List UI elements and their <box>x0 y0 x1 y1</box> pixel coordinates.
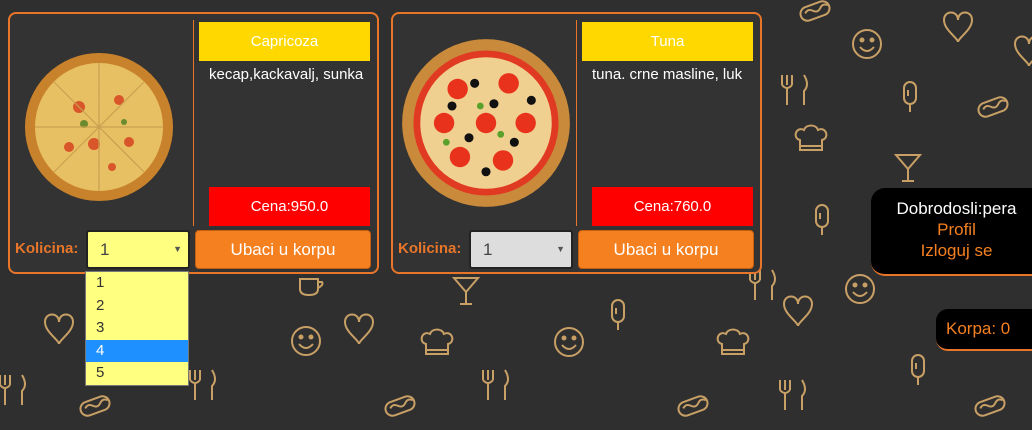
product-card-tuna: Tuna tuna. crne masline, luk Cena:760.0 … <box>391 12 762 274</box>
user-panel: Dobrodosli:pera Profil Izloguj se <box>871 188 1032 276</box>
dropdown-option[interactable]: 5 <box>86 362 188 385</box>
card-divider <box>193 20 194 226</box>
add-to-cart-button[interactable]: Ubaci u korpu <box>195 230 371 269</box>
product-price: Cena:760.0 <box>592 187 753 226</box>
logout-link[interactable]: Izloguj se <box>871 240 1032 261</box>
quantity-label: Kolicina: <box>15 240 79 257</box>
product-title: Capricoza <box>199 22 370 61</box>
quantity-select-value: 1 <box>483 240 493 259</box>
product-price: Cena:950.0 <box>209 187 370 226</box>
cart-badge[interactable]: Korpa: 0 <box>936 309 1032 351</box>
add-to-cart-button[interactable]: Ubaci u korpu <box>578 230 754 269</box>
profile-link[interactable]: Profil <box>871 219 1032 240</box>
quantity-label: Kolicina: <box>398 240 462 257</box>
product-title: Tuna <box>582 22 753 61</box>
product-card-capricoza: Capricoza kecap,kackavalj, sunka Cena:95… <box>8 12 379 274</box>
card-divider <box>576 20 577 226</box>
dropdown-option[interactable]: 2 <box>86 295 188 318</box>
product-description: tuna. crne masline, luk <box>592 66 743 83</box>
pizza-capricoza-image <box>25 53 173 201</box>
product-description: kecap,kackavalj, sunka <box>209 66 364 83</box>
welcome-text: Dobrodosli:pera <box>896 199 1017 218</box>
quantity-select-value: 1 <box>100 240 110 259</box>
quantity-select[interactable]: 1 ▼ <box>86 230 190 269</box>
chevron-down-icon: ▼ <box>556 244 565 254</box>
chevron-down-icon: ▼ <box>173 244 182 254</box>
dropdown-option[interactable]: 1 <box>86 272 188 295</box>
pizza-tuna-image <box>402 39 570 207</box>
quantity-dropdown-list: 1 2 3 4 5 <box>85 271 189 386</box>
dropdown-option-highlighted[interactable]: 4 <box>86 339 188 363</box>
dropdown-option[interactable]: 3 <box>86 317 188 340</box>
quantity-select[interactable]: 1 ▼ <box>469 230 573 269</box>
